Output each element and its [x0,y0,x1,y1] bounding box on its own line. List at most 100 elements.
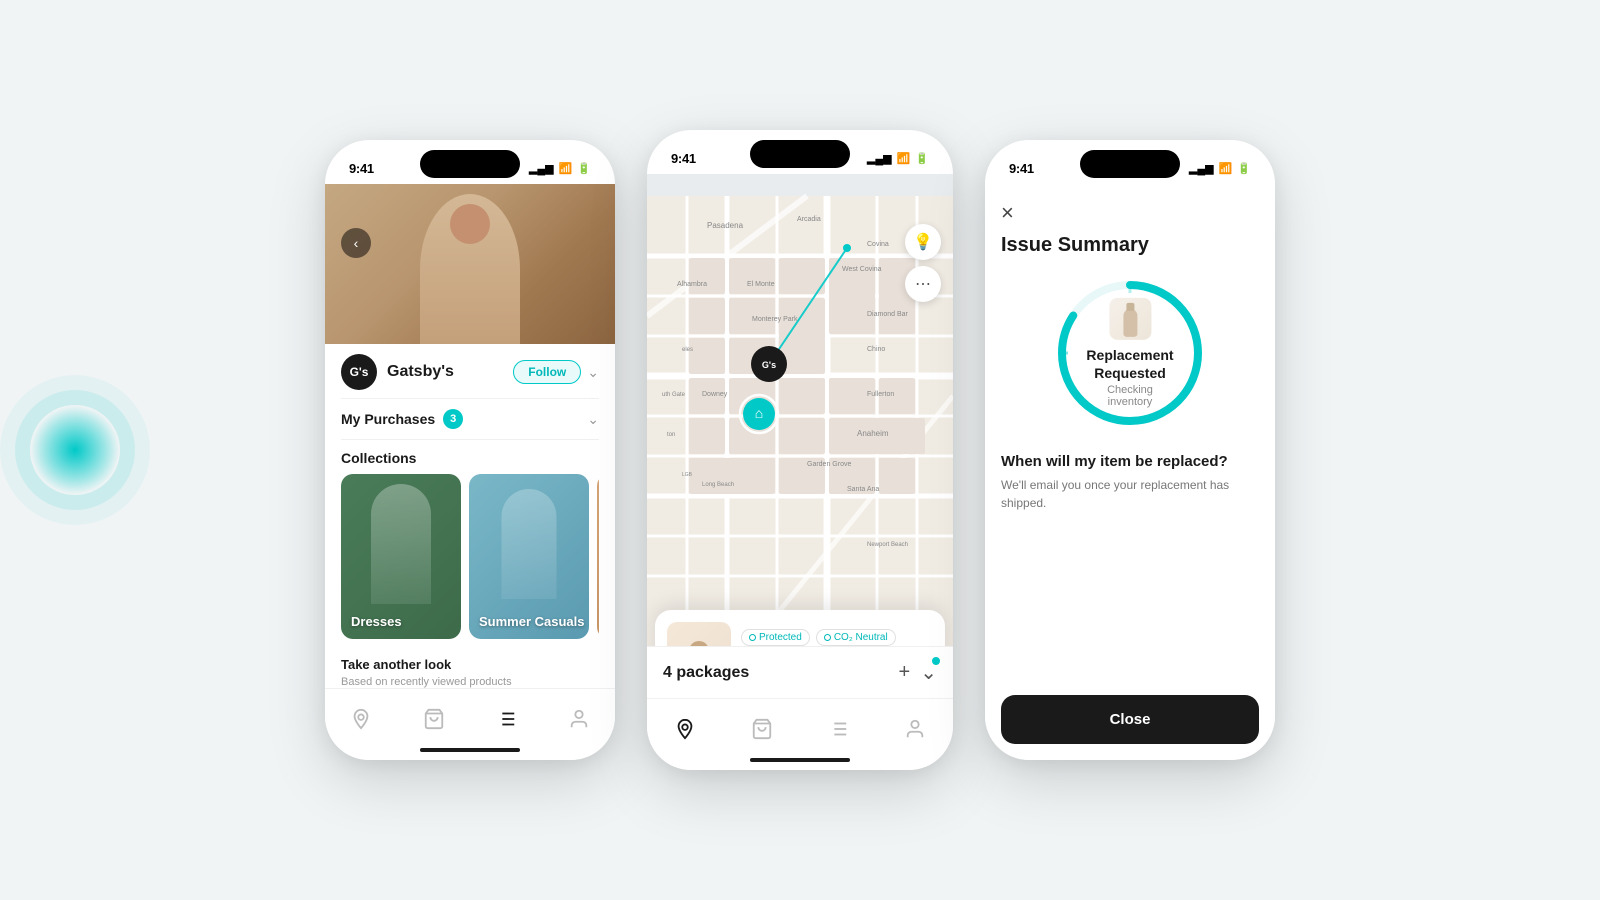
battery-icon-2: 🔋 [915,152,929,165]
packages-actions: + ⌄ [899,660,937,685]
purchases-chevron-icon[interactable]: ⌄ [587,411,599,428]
time-2: 9:41 [671,151,696,166]
replacement-question: When will my item be replaced? [1001,453,1259,470]
purchases-label: My Purchases [341,411,435,427]
svg-text:Alhambra: Alhambra [677,281,707,288]
back-button[interactable]: ‹ [341,228,371,258]
collections-row: Dresses Summer Casuals [341,474,599,639]
purchases-row[interactable]: My Purchases 3 ⌄ [341,399,599,440]
follow-button[interactable]: Follow [513,360,581,384]
nav-list-2[interactable] [827,718,849,740]
dynamic-island-2 [750,140,850,168]
wifi-icon-3: 📶 [1219,162,1233,175]
progress-circle-inner: ReplacementRequested Checking inventory [1086,298,1173,408]
packages-chevron-icon[interactable]: ⌄ [920,662,937,684]
co2-dot [824,634,831,641]
packages-count: 4 packages [663,664,749,682]
svg-text:Covina: Covina [867,241,889,248]
hero-figure [420,194,520,344]
svg-text:Anaheim: Anaheim [857,429,889,438]
collections-label: Collections [341,440,599,474]
status-bar-3: 9:41 ▂▄▆ 📶 🔋 [985,140,1275,184]
svg-text:uth Gate: uth Gate [662,392,686,398]
phones-container: 9:41 ▂▄▆ 📶 🔋 ‹ G's Gatsby's Follow [325,130,1275,770]
replacement-answer: We'll email you once your replacement ha… [1001,476,1259,512]
status-bar-2: 9:41 ▂▄▆ 📶 🔋 [647,130,953,174]
nav-bag-2[interactable] [751,718,773,740]
bg-circle-left [30,405,120,495]
nav-list-1[interactable] [495,708,517,730]
time-3: 9:41 [1009,161,1034,176]
svg-text:Chino: Chino [867,346,885,353]
brand-row: G's Gatsby's Follow ⌄ [341,344,599,399]
phone-3: 9:41 ▂▄▆ 📶 🔋 × Issue Summary [985,140,1275,760]
product-bottle [1123,309,1137,337]
svg-text:⌂: ⌂ [755,405,763,421]
svg-text:eles: eles [682,347,693,353]
progress-status-main: ReplacementRequested [1086,346,1173,382]
protected-dot [749,634,756,641]
svg-text:Downey: Downey [702,391,728,398]
svg-text:G's: G's [762,360,776,370]
co2-badge: CO₂ Neutral [816,629,896,646]
svg-text:Monterey Park: Monterey Park [752,316,798,323]
svg-text:Santa Ana: Santa Ana [847,486,879,493]
brand-name: Gatsby's [387,363,454,381]
dynamic-island-1 [420,150,520,178]
nav-bag-1[interactable] [423,708,445,730]
svg-text:ton: ton [667,432,675,438]
collection-summer-casuals-label: Summer Casuals [479,614,585,629]
map-more-button[interactable]: ⋯ [905,266,941,302]
svg-text:Garden Grove: Garden Grove [807,461,851,468]
figure-2 [502,489,557,599]
nav-indicator-1 [420,748,520,752]
svg-text:Arcadia: Arcadia [797,216,821,223]
map-lightbulb-button[interactable]: 💡 [905,224,941,260]
signal-icon-3: ▂▄▆ [1189,162,1214,175]
nav-location-1[interactable] [350,708,372,730]
time-1: 9:41 [349,161,374,176]
bottom-nav-1 [325,688,615,760]
figure-1 [371,484,431,604]
hero-image: ‹ [325,184,615,344]
svg-text:Pasadena: Pasadena [707,221,744,230]
take-another-look-subtitle: Based on recently viewed products [341,676,599,688]
bottom-nav-2 [647,698,953,770]
progress-circle: ReplacementRequested Checking inventory [1050,273,1210,433]
nav-location-2[interactable] [674,718,696,740]
status-bar-1: 9:41 ▂▄▆ 📶 🔋 [325,140,615,184]
purchases-left: My Purchases 3 [341,409,463,429]
status-icons-3: ▂▄▆ 📶 🔋 [1189,162,1251,175]
co2-label: CO₂ Neutral [834,632,888,643]
nav-profile-2[interactable] [904,718,926,740]
protected-badge: Protected [741,629,810,646]
battery-icon-3: 🔋 [1237,162,1251,175]
progress-circle-area: ReplacementRequested Checking inventory [1001,273,1259,433]
close-x-button[interactable]: × [1001,200,1259,226]
brand-chevron-icon[interactable]: ⌄ [587,364,599,381]
nav-profile-1[interactable] [568,708,590,730]
dynamic-island-3 [1080,150,1180,178]
wifi-icon: 📶 [559,162,573,175]
packages-plus-button[interactable]: + [899,661,911,684]
product-thumbnail [1109,298,1151,340]
battery-icon: 🔋 [577,162,591,175]
status-icons-1: ▂▄▆ 📶 🔋 [529,162,591,175]
svg-text:Long Beach: Long Beach [702,482,734,488]
wifi-icon-2: 📶 [897,152,911,165]
phone1-content: G's Gatsby's Follow ⌄ My Purchases 3 ⌄ C… [325,344,615,688]
map-area[interactable]: Pasadena Arcadia Covina West Covina Alha… [647,174,953,698]
close-button[interactable]: Close [1001,695,1259,744]
collection-dresses[interactable]: Dresses [341,474,461,639]
take-another-look-label: Take another look [341,647,599,676]
svg-text:Newport Beach: Newport Beach [867,542,908,548]
purchases-badge: 3 [443,409,463,429]
collection-summer-casuals[interactable]: Summer Casuals [469,474,589,639]
svg-text:Diamond Bar: Diamond Bar [867,311,909,318]
phone-1: 9:41 ▂▄▆ 📶 🔋 ‹ G's Gatsby's Follow [325,140,615,760]
collection-extra[interactable] [597,474,599,639]
packages-bar[interactable]: 4 packages + ⌄ [647,646,953,698]
brand-left: G's Gatsby's [341,354,454,390]
status-icons-2: ▂▄▆ 📶 🔋 [867,152,929,165]
svg-text:El Monte: El Monte [747,281,775,288]
